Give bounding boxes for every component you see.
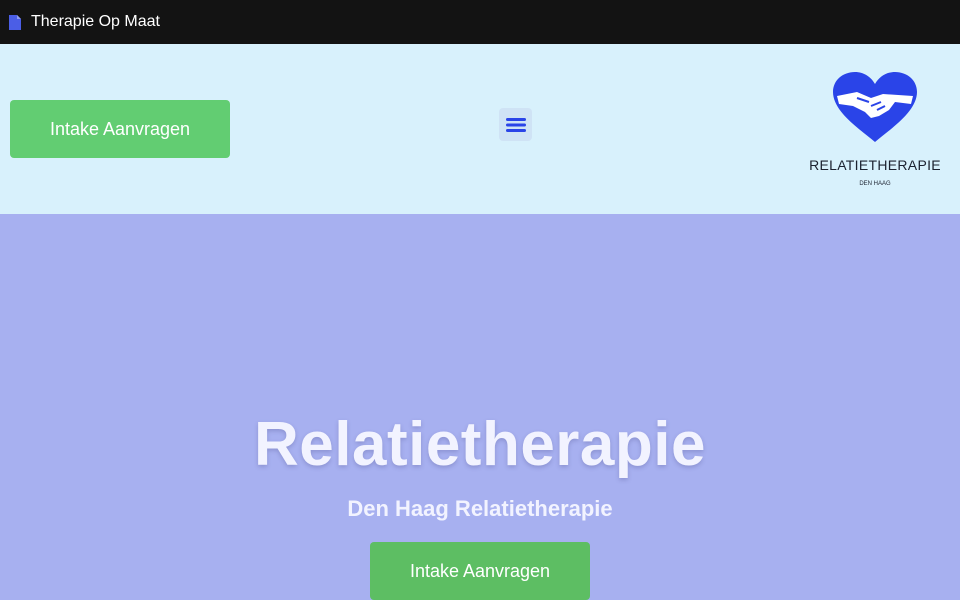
hero-subtitle: Den Haag Relatietherapie (347, 496, 613, 521)
heart-handshake-icon (833, 72, 917, 142)
hero-title: Relatietherapie (253, 410, 706, 479)
logo-sub-text: DEN HAAG (859, 181, 891, 187)
menu-toggle-button[interactable] (499, 108, 532, 141)
intake-button[interactable]: Intake Aanvragen (10, 100, 230, 158)
hamburger-menu-icon (505, 117, 526, 132)
site-header: Intake Aanvragen RELATIETHERAPIE DEN HAA… (0, 44, 960, 214)
hero-section: Relatietherapie Den Haag Relatietherapie… (0, 214, 960, 600)
window-title: Therapie Op Maat (31, 13, 160, 30)
logo-brand-text: RELATIETHERAPIE (809, 157, 941, 173)
window-titlebar: Therapie Op Maat (0, 0, 960, 44)
document-icon (9, 14, 21, 30)
site-logo[interactable]: RELATIETHERAPIE DEN HAAG (805, 68, 945, 198)
hero-intake-button[interactable]: Intake Aanvragen (370, 542, 590, 600)
